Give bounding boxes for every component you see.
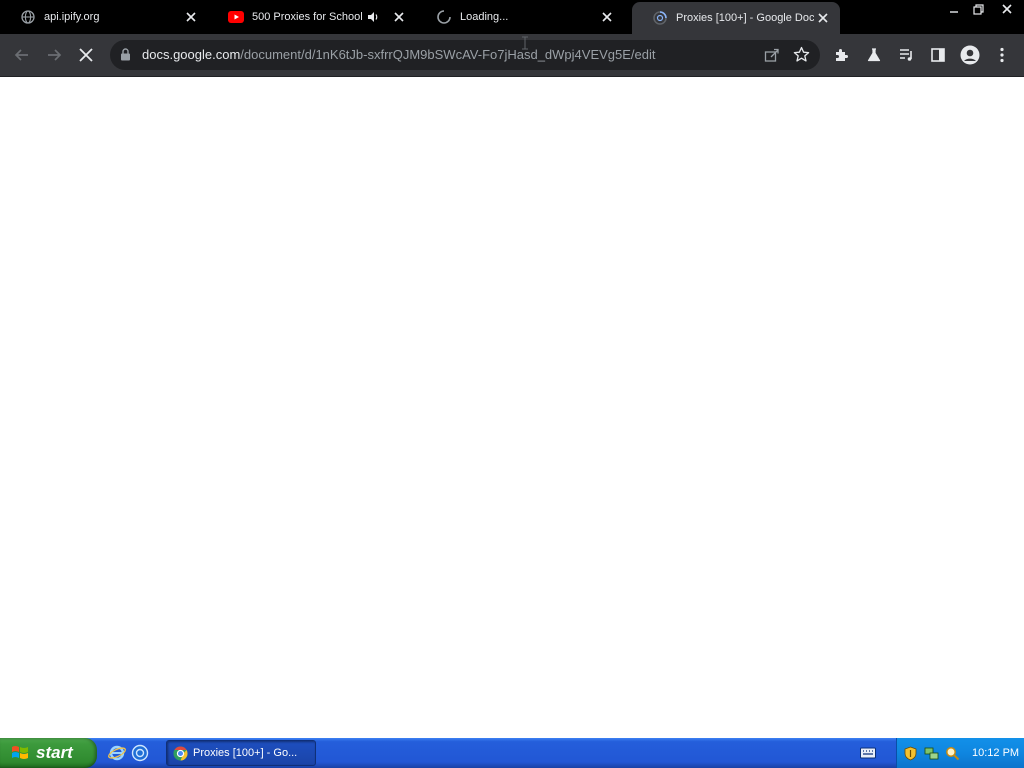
taskbar-item-chrome[interactable]: Proxies [100+] - Go...: [166, 740, 316, 766]
task-title: Proxies [100+] - Go...: [193, 747, 298, 759]
more-menu-icon[interactable]: [988, 41, 1016, 69]
tab-strip: api.ipify.org 500 Proxies for School C L…: [0, 0, 1024, 34]
close-tab-icon[interactable]: [390, 8, 408, 26]
clock: 10:12 PM: [972, 747, 1020, 759]
close-tab-icon[interactable]: [182, 8, 200, 26]
extensions-puzzle-icon[interactable]: [828, 41, 856, 69]
security-shield-icon[interactable]: [903, 746, 918, 761]
tab-loading[interactable]: Loading...: [416, 0, 624, 34]
tab-youtube[interactable]: 500 Proxies for School C: [208, 0, 416, 34]
url-text: docs.google.com/document/d/1nK6tJb-sxfrr…: [142, 40, 656, 70]
share-icon[interactable]: [764, 47, 780, 68]
profile-avatar-icon[interactable]: [956, 41, 984, 69]
loading-spinner-icon: [436, 9, 452, 25]
tab-google-docs-active[interactable]: Proxies [100+] - Google Docs: [632, 2, 840, 34]
restore-icon[interactable]: [966, 0, 990, 18]
close-window-icon[interactable]: [990, 0, 1024, 18]
system-tray: 10:12 PM: [896, 738, 1024, 768]
start-label: start: [36, 743, 73, 762]
windows-taskbar: start Proxies [100+] - Go... 10:12 PM: [0, 738, 1024, 768]
windows-flag-icon: [12, 746, 28, 759]
bookmark-star-icon[interactable]: [793, 46, 810, 68]
side-panel-icon[interactable]: [924, 41, 952, 69]
url-path: /document/d/1nK6tJb-sxfrrQJM9bSWcAV-Fo7j…: [240, 47, 656, 62]
page-content-blank[interactable]: [0, 77, 1024, 738]
media-controls-icon[interactable]: [892, 41, 920, 69]
loading-spinner-icon: [652, 10, 668, 26]
window-controls: [942, 0, 1024, 18]
youtube-icon: [228, 9, 244, 25]
network-icon[interactable]: [924, 746, 939, 761]
close-tab-icon[interactable]: [598, 8, 616, 26]
start-button[interactable]: start: [0, 738, 97, 768]
chrome-icon: [173, 745, 188, 761]
tab-api-ipify[interactable]: api.ipify.org: [0, 0, 208, 34]
tab-title: Loading...: [460, 11, 509, 23]
tab-title: Proxies [100+] - Google Docs: [676, 12, 814, 24]
internet-explorer-icon[interactable]: [108, 744, 126, 762]
labs-flask-icon[interactable]: [860, 41, 888, 69]
forward-icon[interactable]: [40, 41, 68, 69]
address-bar[interactable]: docs.google.com/document/d/1nK6tJb-sxfrr…: [110, 40, 820, 70]
minimize-icon[interactable]: [942, 0, 966, 18]
back-icon[interactable]: [8, 41, 36, 69]
browser-toolbar: docs.google.com/document/d/1nK6tJb-sxfrr…: [0, 34, 1024, 77]
globe-icon: [20, 9, 36, 25]
stop-loading-icon[interactable]: [72, 41, 100, 69]
keyboard-language-icon[interactable]: [860, 746, 876, 759]
lock-icon[interactable]: [120, 48, 131, 66]
close-tab-icon[interactable]: [814, 9, 832, 27]
show-desktop-icon[interactable]: [131, 744, 149, 762]
text-cursor-icon: [521, 36, 529, 55]
speaker-icon[interactable]: [366, 10, 380, 24]
search-magnifier-icon[interactable]: [945, 746, 960, 761]
url-host: docs.google.com: [142, 47, 241, 62]
tab-title: 500 Proxies for School C: [252, 11, 362, 23]
tab-title: api.ipify.org: [44, 11, 100, 23]
